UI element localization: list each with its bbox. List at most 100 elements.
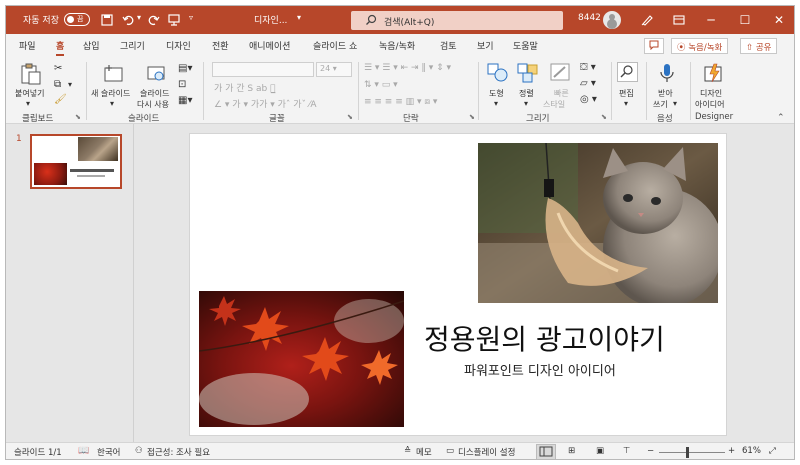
font-launcher-icon[interactable]: ⬊	[347, 113, 353, 121]
paste-dropdown-icon[interactable]: ▾	[26, 99, 30, 108]
tab-slide-show[interactable]: 슬라이드 쇼	[313, 39, 357, 52]
accessibility-status[interactable]: 접근성: 조사 필요	[147, 446, 210, 458]
arrange-dropdown-icon[interactable]: ▾	[524, 99, 528, 108]
font-format-icons[interactable]: 가 가 간 S ab 간̲	[214, 81, 276, 94]
shapes-icon[interactable]	[486, 62, 510, 84]
zoom-slider-thumb[interactable]	[686, 447, 689, 458]
document-title[interactable]: 디자인...	[254, 13, 287, 26]
list-icons[interactable]: ☰ ▾ ☰ ▾ ⇤ ⇥ ‖ ▾ ⇕ ▾	[364, 63, 451, 73]
collapse-ribbon-icon[interactable]: ⌃	[777, 113, 785, 123]
fit-to-window-icon[interactable]: ⤢	[769, 446, 776, 456]
title-dropdown-icon[interactable]: ▾	[297, 13, 301, 22]
language-status[interactable]: 한국어	[97, 446, 120, 458]
arrange-icon[interactable]	[516, 62, 540, 84]
font-color-icons[interactable]: ∠ ▾ 가 ▾ 가가 ▾ 가ˆ 가ˇ ⁄A	[214, 97, 317, 110]
paste-icon[interactable]	[20, 62, 42, 86]
reset-icon[interactable]: ⊡	[178, 79, 186, 90]
new-slide-icon[interactable]	[102, 63, 126, 85]
cat-photo[interactable]	[478, 143, 718, 303]
tab-review[interactable]: 검토	[440, 39, 457, 52]
tab-file[interactable]: 파일	[19, 39, 36, 52]
autumn-leaves-photo[interactable]	[199, 291, 404, 427]
shape-fill-icon[interactable]: ⛋ ▾	[580, 62, 596, 73]
font-family-combo[interactable]	[212, 62, 314, 77]
design-ideas-label-1[interactable]: 디자인	[700, 88, 722, 99]
save-icon[interactable]	[100, 13, 114, 27]
shapes-label[interactable]: 도형	[489, 88, 504, 99]
quick-styles-icon[interactable]	[549, 62, 573, 84]
reuse-slides-label-2[interactable]: 다시 사용	[137, 99, 169, 110]
slide-thumbnail[interactable]	[30, 134, 122, 189]
maximize-button[interactable]: ☐	[728, 6, 762, 34]
quick-styles-label-2[interactable]: 스타일	[543, 99, 565, 110]
paragraph-launcher-icon[interactable]: ⬊	[469, 113, 475, 121]
microphone-icon[interactable]	[658, 62, 676, 86]
undo-icon[interactable]	[122, 13, 136, 27]
cut-icon[interactable]: ✂	[54, 63, 62, 74]
autosave-toggle[interactable]: 끔	[64, 13, 90, 26]
arrange-label[interactable]: 정렬	[519, 88, 534, 99]
comments-button[interactable]	[644, 38, 664, 54]
find-button[interactable]	[617, 62, 638, 82]
display-settings-button[interactable]: 디스플레이 설정	[458, 446, 515, 458]
align-icons[interactable]: ≡ ≡ ≡ ≡ ▥ ▾ ⧈ ▾	[364, 97, 437, 107]
dictate-label-2[interactable]: 쓰기	[653, 99, 668, 110]
design-ideas-label-2[interactable]: 아이디어	[695, 99, 724, 110]
zoom-in-button[interactable]: +	[728, 446, 735, 456]
reuse-slides-icon[interactable]	[146, 63, 168, 85]
tab-transitions[interactable]: 전환	[212, 39, 229, 52]
editing-dropdown-icon[interactable]: ▾	[624, 99, 628, 108]
pen-icon[interactable]	[640, 13, 654, 27]
format-painter-icon[interactable]: 🖌	[54, 94, 67, 105]
copy-icon[interactable]: ⧉	[54, 79, 61, 90]
notes-button[interactable]: 메모	[416, 446, 432, 458]
editing-label[interactable]: 편집	[619, 88, 634, 99]
shape-effects-icon[interactable]: ◎ ▾	[580, 94, 597, 105]
clipboard-launcher-icon[interactable]: ⬊	[75, 113, 81, 121]
copy-dropdown-icon[interactable]: ▾	[68, 80, 72, 89]
customize-toolbar-icon[interactable]: ▿	[189, 13, 193, 22]
share-button[interactable]: ⇧ 공유	[740, 38, 778, 54]
user-avatar[interactable]	[603, 11, 621, 29]
new-slide-dropdown-icon[interactable]: ▾	[110, 99, 114, 108]
slide-subtitle[interactable]: 파워포인트 디자인 아이디어	[464, 360, 616, 379]
slide-sorter-icon[interactable]: ⊞	[568, 446, 575, 456]
reading-view-icon[interactable]: ▣	[596, 446, 604, 456]
new-slide-label[interactable]: 새 슬라이드	[91, 88, 130, 99]
dictate-dropdown-icon[interactable]: ▾	[673, 99, 677, 108]
tab-draw[interactable]: 그리기	[120, 39, 145, 52]
zoom-out-button[interactable]: −	[647, 446, 654, 456]
search-box[interactable]: 검색(Alt+Q)	[351, 11, 563, 30]
drawing-launcher-icon[interactable]: ⬊	[601, 113, 607, 121]
paste-label[interactable]: 붙여넣기	[15, 88, 44, 99]
slide-canvas[interactable]: 정용원의 광고이야기 파워포인트 디자인 아이디어	[189, 133, 727, 436]
slideshow-icon[interactable]: ⊤	[623, 446, 630, 456]
tab-animations[interactable]: 애니메이션	[249, 39, 290, 52]
section-icon[interactable]: ▦▾	[178, 95, 192, 106]
layout-icon[interactable]: ▤▾	[178, 63, 192, 74]
accessibility-icon[interactable]: ⚇	[135, 446, 143, 456]
minimize-button[interactable]: ─	[694, 6, 728, 34]
display-settings-icon[interactable]: ▭	[446, 446, 454, 456]
zoom-level[interactable]: 61%	[742, 446, 761, 456]
tab-home[interactable]: 홈	[56, 39, 65, 56]
notes-spelling-icon[interactable]: 📖	[78, 446, 89, 456]
tab-record[interactable]: 녹음/녹화	[379, 39, 415, 52]
quick-styles-label-1[interactable]: 빠른	[554, 88, 569, 99]
redo-icon[interactable]	[146, 13, 160, 27]
present-from-start-icon[interactable]	[167, 13, 181, 27]
reuse-slides-label-1[interactable]: 슬라이드	[140, 88, 169, 99]
tab-design[interactable]: 디자인	[166, 39, 191, 52]
shapes-dropdown-icon[interactable]: ▾	[494, 99, 498, 108]
font-size-combo[interactable]: 24 ▾	[316, 62, 352, 77]
ribbon-display-icon[interactable]	[672, 13, 686, 27]
tab-help[interactable]: 도움말	[513, 39, 538, 52]
normal-view-button[interactable]	[536, 444, 556, 459]
undo-dropdown-icon[interactable]: ▾	[137, 13, 141, 22]
tab-insert[interactable]: 삽입	[83, 39, 100, 52]
shape-outline-icon[interactable]: ▱ ▾	[580, 78, 596, 89]
tab-view[interactable]: 보기	[477, 39, 494, 52]
notes-icon[interactable]: ≙	[404, 446, 411, 456]
dictate-label-1[interactable]: 받아	[658, 88, 673, 99]
slide-title[interactable]: 정용원의 광고이야기	[424, 318, 665, 358]
